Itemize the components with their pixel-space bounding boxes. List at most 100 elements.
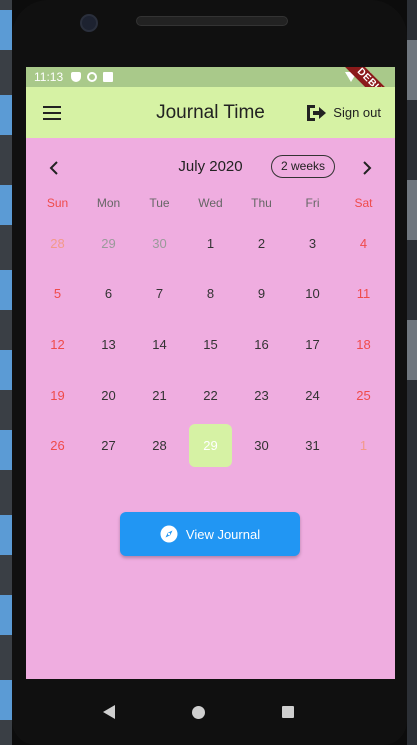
calendar-day[interactable]: 6 <box>83 269 134 320</box>
sync-icon <box>87 72 98 82</box>
recent-apps-square-icon[interactable] <box>282 706 295 718</box>
month-title: July 2020 <box>178 158 243 175</box>
calendar-day[interactable]: 24 <box>287 370 338 421</box>
calendar-day-selected[interactable]: 29 <box>185 420 236 471</box>
calendar-day-outside[interactable]: 30 <box>134 218 185 269</box>
calendar-week-row: 28 29 30 1 2 3 4 <box>32 218 389 269</box>
weekday-label-sun: Sun <box>46 196 69 210</box>
calendar-day-number: 20 <box>101 387 116 403</box>
calendar-day[interactable]: 20 <box>83 370 134 421</box>
chevron-right-icon[interactable] <box>355 156 379 180</box>
calendar-day-number: 28 <box>152 438 167 454</box>
background-desktop-left <box>0 0 12 745</box>
calendar-day-number: 3 <box>308 235 317 251</box>
calendar-day-number: 25 <box>356 387 371 403</box>
compass-icon <box>160 525 178 543</box>
weekday-label-tue: Tue <box>149 196 170 210</box>
calendar-grid: 28 29 30 1 2 3 4 5 6 7 8 9 10 11 12 13 14 15 16 17 18 19 20 21 2… <box>26 212 395 471</box>
calendar-day[interactable]: 22 <box>185 370 236 421</box>
calendar-day[interactable]: 15 <box>185 319 236 370</box>
calendar-day[interactable]: 9 <box>236 269 287 320</box>
status-time: 11:13 <box>34 70 64 84</box>
calendar-day[interactable]: 16 <box>236 319 287 370</box>
weekday-label-fri: Fri <box>305 196 320 210</box>
calendar-day[interactable]: 2 <box>236 218 287 269</box>
calendar-day[interactable]: 12 <box>32 319 83 370</box>
calendar-day-number: 29 <box>189 424 232 468</box>
app-bar: Journal Time Sign out <box>26 87 395 138</box>
exit-door-icon <box>307 104 327 121</box>
calendar-day-number: 2 <box>257 235 266 251</box>
calendar-day-number: 26 <box>50 438 65 454</box>
background-desktop-right <box>407 0 417 745</box>
app-screen: 11:13 DEBUG Journal Time Sign out July 2… <box>26 67 395 679</box>
hamburger-menu-icon[interactable] <box>30 87 74 138</box>
calendar-day-number: 14 <box>152 336 167 352</box>
calendar-day[interactable]: 19 <box>32 370 83 421</box>
status-bar: 11:13 DEBUG <box>26 67 395 121</box>
back-triangle-icon[interactable] <box>102 705 115 719</box>
weekday-label-wed: Wed <box>198 196 223 210</box>
home-circle-icon[interactable] <box>191 705 205 719</box>
calendar-day[interactable]: 26 <box>32 420 83 471</box>
calendar-day[interactable]: 18 <box>338 319 389 370</box>
calendar-day-number: 8 <box>206 286 215 302</box>
calendar-day[interactable]: 1 <box>185 218 236 269</box>
calendar-day[interactable]: 27 <box>83 420 134 471</box>
calendar-day[interactable]: 23 <box>236 370 287 421</box>
calendar-day-number: 17 <box>305 336 320 352</box>
calendar-day-number: 12 <box>50 336 65 352</box>
calendar-day-number: 5 <box>53 286 62 302</box>
sign-out-button[interactable]: Sign out <box>305 104 395 122</box>
calendar-day-number: 18 <box>356 336 371 352</box>
calendar-day-number: 27 <box>101 438 116 454</box>
weekday-label-sat: Sat <box>354 196 373 210</box>
calendar-day[interactable]: 5 <box>32 269 83 320</box>
calendar-day-number: 13 <box>101 336 116 352</box>
front-camera <box>80 14 98 32</box>
weekday-header-row: Sun Mon Tue Wed Thu Fri Sat <box>26 196 395 212</box>
calendar-day-number: 15 <box>203 336 218 352</box>
calendar-day-number: 1 <box>206 235 215 251</box>
calendar-day[interactable]: 14 <box>134 319 185 370</box>
calendar-day-number: 23 <box>254 387 269 403</box>
calendar-day-number: 30 <box>254 438 269 454</box>
calendar-day[interactable]: 30 <box>236 420 287 471</box>
calendar-day[interactable]: 11 <box>338 269 389 320</box>
calendar-day-number: 1 <box>359 438 368 454</box>
sign-out-label: Sign out <box>333 105 381 120</box>
calendar-day-number: 19 <box>50 387 65 403</box>
calendar-day[interactable]: 10 <box>287 269 338 320</box>
calendar-day-number: 9 <box>257 286 266 302</box>
sd-card-icon <box>103 72 114 82</box>
calendar-day-number: 7 <box>155 286 164 302</box>
calendar-day-number: 29 <box>101 235 116 251</box>
weekday-label-mon: Mon <box>96 196 121 210</box>
shield-icon <box>71 72 82 82</box>
android-navigation-bar <box>14 679 383 745</box>
calendar-day[interactable]: 13 <box>83 319 134 370</box>
calendar-week-row: 19 20 21 22 23 24 25 <box>32 370 389 421</box>
calendar-header: July 2020 2 weeks <box>26 138 395 196</box>
calendar-day[interactable]: 8 <box>185 269 236 320</box>
calendar-day-outside[interactable]: 1 <box>338 420 389 471</box>
calendar-day[interactable]: 28 <box>134 420 185 471</box>
calendar-day[interactable]: 21 <box>134 370 185 421</box>
calendar-day-outside[interactable]: 28 <box>32 218 83 269</box>
calendar-day-number: 6 <box>104 286 113 302</box>
phone-device: 11:13 DEBUG Journal Time Sign out July 2… <box>12 0 407 745</box>
calendar-day[interactable]: 17 <box>287 319 338 370</box>
weekday-label-thu: Thu <box>251 196 272 210</box>
calendar-day[interactable]: 25 <box>338 370 389 421</box>
calendar-day[interactable]: 4 <box>338 218 389 269</box>
calendar-day[interactable]: 31 <box>287 420 338 471</box>
calendar-day-number: 4 <box>359 235 368 251</box>
calendar-day-outside[interactable]: 29 <box>83 218 134 269</box>
calendar-day-number: 11 <box>356 286 371 302</box>
calendar-day[interactable]: 3 <box>287 218 338 269</box>
view-journal-button[interactable]: View Journal <box>120 512 300 556</box>
calendar-day[interactable]: 7 <box>134 269 185 320</box>
calendar-format-button[interactable]: 2 weeks <box>271 155 336 178</box>
calendar-day-number: 31 <box>305 438 320 454</box>
calendar-week-row: 12 13 14 15 16 17 18 <box>32 319 389 370</box>
